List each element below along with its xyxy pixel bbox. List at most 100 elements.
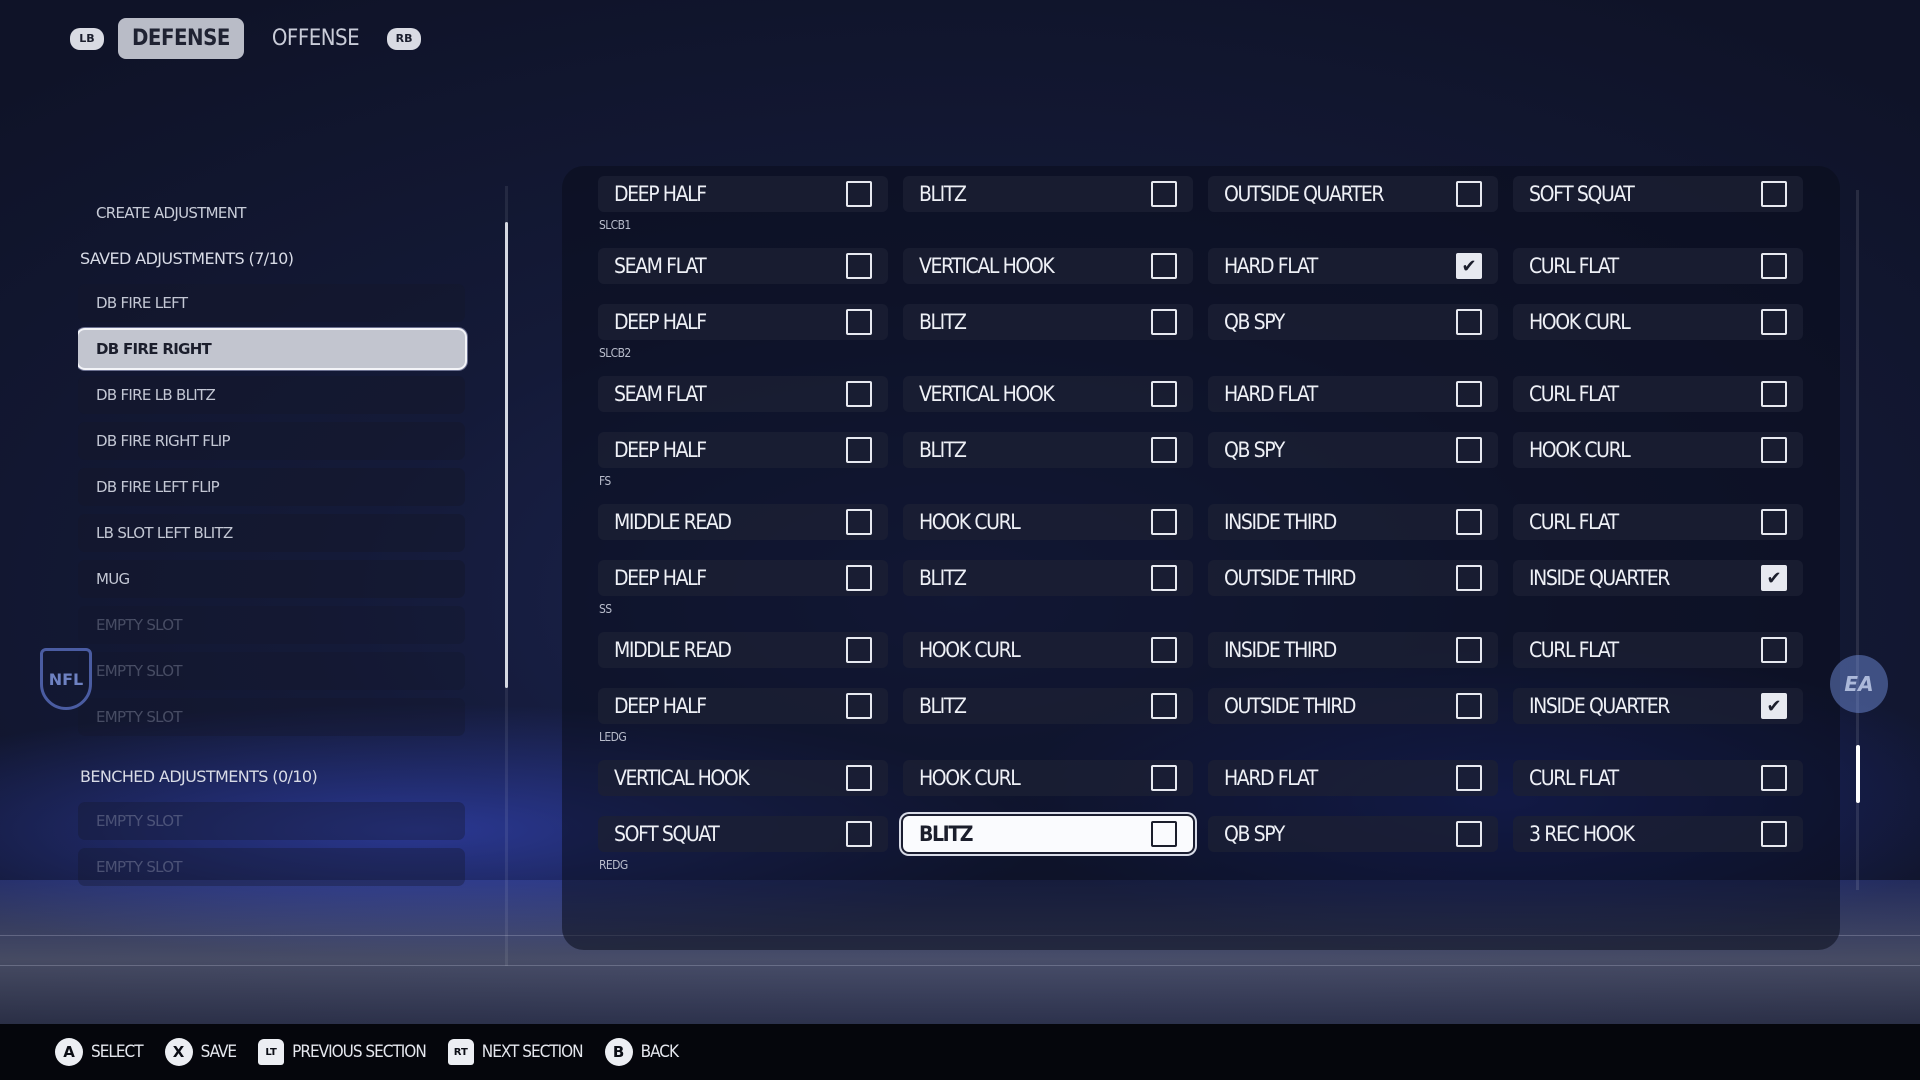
checkbox-icon[interactable] — [1761, 509, 1787, 535]
checkbox-icon[interactable] — [1456, 637, 1482, 663]
assignment-option-middle-read[interactable]: MIDDLE READ — [598, 504, 888, 540]
checkbox-icon[interactable] — [1761, 253, 1787, 279]
checkbox-icon[interactable] — [846, 765, 872, 791]
checkbox-icon[interactable] — [1456, 381, 1482, 407]
create-adjustment-button[interactable]: CREATE ADJUSTMENT — [78, 194, 465, 232]
assignment-option-curl-flat[interactable]: CURL FLAT — [1513, 376, 1803, 412]
checkbox-icon[interactable] — [1151, 637, 1177, 663]
assignment-option-inside-quarter[interactable]: INSIDE QUARTER ✔ — [1513, 688, 1803, 724]
checkbox-icon[interactable] — [1761, 821, 1787, 847]
assignment-option-vertical-hook[interactable]: VERTICAL HOOK — [903, 248, 1193, 284]
assignment-option-blitz[interactable]: BLITZ — [903, 176, 1193, 212]
checkbox-checked-icon[interactable]: ✔ — [1761, 693, 1787, 719]
assignment-option-deep-half[interactable]: DEEP HALF — [598, 560, 888, 596]
assignment-option-outside-third[interactable]: OUTSIDE THIRD — [1208, 560, 1498, 596]
assignment-option-soft-squat[interactable]: SOFT SQUAT — [1513, 176, 1803, 212]
assignment-option-vertical-hook[interactable]: VERTICAL HOOK — [598, 760, 888, 796]
checkbox-icon[interactable] — [1151, 821, 1177, 847]
left-scrollbar-thumb[interactable] — [505, 222, 508, 688]
checkbox-icon[interactable] — [846, 509, 872, 535]
assignment-option-hard-flat[interactable]: HARD FLAT ✔ — [1208, 248, 1498, 284]
benched-empty-slot[interactable]: EMPTY SLOT — [78, 848, 465, 886]
checkbox-icon[interactable] — [1456, 565, 1482, 591]
assignment-option-hard-flat[interactable]: HARD FLAT — [1208, 760, 1498, 796]
checkbox-icon[interactable] — [846, 821, 872, 847]
assignment-option-hook-curl[interactable]: HOOK CURL — [903, 632, 1193, 668]
empty-slot[interactable]: EMPTY SLOT — [78, 606, 465, 644]
saved-adjustment-db-fire-left-flip[interactable]: DB FIRE LEFT FLIP — [78, 468, 465, 506]
assignment-option-outside-third[interactable]: OUTSIDE THIRD — [1208, 688, 1498, 724]
hint-select[interactable]: A SELECT — [55, 1038, 144, 1066]
checkbox-icon[interactable] — [1761, 437, 1787, 463]
assignment-option-curl-flat[interactable]: CURL FLAT — [1513, 248, 1803, 284]
assignment-option-hook-curl[interactable]: HOOK CURL — [903, 504, 1193, 540]
hint-previous-section[interactable]: LT PREVIOUS SECTION — [258, 1039, 427, 1065]
checkbox-checked-icon[interactable]: ✔ — [1456, 253, 1482, 279]
checkbox-icon[interactable] — [1151, 565, 1177, 591]
checkbox-icon[interactable] — [1761, 181, 1787, 207]
lb-bumper-icon[interactable]: LB — [70, 27, 104, 50]
saved-adjustment-mug[interactable]: MUG — [78, 560, 465, 598]
assignment-option-blitz[interactable]: BLITZ — [903, 688, 1193, 724]
assignment-option-deep-half[interactable]: DEEP HALF — [598, 176, 888, 212]
checkbox-icon[interactable] — [1761, 309, 1787, 335]
rb-bumper-icon[interactable]: RB — [387, 27, 422, 50]
assignment-option-deep-half[interactable]: DEEP HALF — [598, 432, 888, 468]
saved-adjustment-db-fire-right-flip[interactable]: DB FIRE RIGHT FLIP — [78, 422, 465, 460]
checkbox-icon[interactable] — [1761, 637, 1787, 663]
empty-slot[interactable]: EMPTY SLOT — [78, 698, 465, 736]
checkbox-icon[interactable] — [1761, 765, 1787, 791]
assignment-option-blitz[interactable]: BLITZ — [903, 560, 1193, 596]
checkbox-icon[interactable] — [846, 309, 872, 335]
checkbox-icon[interactable] — [1456, 765, 1482, 791]
checkbox-icon[interactable] — [846, 565, 872, 591]
checkbox-icon[interactable] — [846, 437, 872, 463]
checkbox-icon[interactable] — [1151, 253, 1177, 279]
empty-slot[interactable]: EMPTY SLOT — [78, 652, 465, 690]
assignment-option-hook-curl[interactable]: HOOK CURL — [903, 760, 1193, 796]
assignment-option-inside-quarter[interactable]: INSIDE QUARTER ✔ — [1513, 560, 1803, 596]
assignment-option-deep-half[interactable]: DEEP HALF — [598, 688, 888, 724]
checkbox-icon[interactable] — [1151, 437, 1177, 463]
assignment-option-hook-curl[interactable]: HOOK CURL — [1513, 304, 1803, 340]
assignment-option-inside-third[interactable]: INSIDE THIRD — [1208, 504, 1498, 540]
checkbox-icon[interactable] — [846, 253, 872, 279]
saved-adjustment-db-fire-lb-blitz[interactable]: DB FIRE LB BLITZ — [78, 376, 465, 414]
checkbox-icon[interactable] — [1151, 693, 1177, 719]
checkbox-icon[interactable] — [1456, 821, 1482, 847]
hint-next-section[interactable]: RT NEXT SECTION — [447, 1039, 584, 1065]
assignment-option-3-rec-hook[interactable]: 3 REC HOOK — [1513, 816, 1803, 852]
assignment-option-qb-spy[interactable]: QB SPY — [1208, 816, 1498, 852]
saved-adjustment-db-fire-right[interactable]: DB FIRE RIGHT — [78, 330, 465, 368]
right-scrollbar-thumb[interactable] — [1856, 745, 1860, 803]
checkbox-icon[interactable] — [1151, 765, 1177, 791]
assignment-option-soft-squat[interactable]: SOFT SQUAT — [598, 816, 888, 852]
checkbox-icon[interactable] — [1456, 437, 1482, 463]
assignment-option-middle-read[interactable]: MIDDLE READ — [598, 632, 888, 668]
checkbox-icon[interactable] — [1456, 509, 1482, 535]
assignment-option-blitz[interactable]: BLITZ — [903, 304, 1193, 340]
saved-adjustment-db-fire-left[interactable]: DB FIRE LEFT — [78, 284, 465, 322]
hint-save[interactable]: X SAVE — [164, 1038, 237, 1066]
assignment-option-qb-spy[interactable]: QB SPY — [1208, 304, 1498, 340]
checkbox-icon[interactable] — [846, 693, 872, 719]
benched-empty-slot[interactable]: EMPTY SLOT — [78, 802, 465, 840]
checkbox-icon[interactable] — [1151, 509, 1177, 535]
hint-back[interactable]: B BACK — [604, 1038, 679, 1066]
assignment-option-seam-flat[interactable]: SEAM FLAT — [598, 376, 888, 412]
assignment-option-hook-curl[interactable]: HOOK CURL — [1513, 432, 1803, 468]
checkbox-icon[interactable] — [1151, 309, 1177, 335]
assignment-option-outside-quarter[interactable]: OUTSIDE QUARTER — [1208, 176, 1498, 212]
assignment-option-seam-flat[interactable]: SEAM FLAT — [598, 248, 888, 284]
checkbox-icon[interactable] — [1456, 693, 1482, 719]
saved-adjustment-lb-slot-left-blitz[interactable]: LB SLOT LEFT BLITZ — [78, 514, 465, 552]
checkbox-icon[interactable] — [846, 181, 872, 207]
tab-defense[interactable]: DEFENSE — [118, 18, 244, 59]
assignment-option-curl-flat[interactable]: CURL FLAT — [1513, 504, 1803, 540]
checkbox-checked-icon[interactable]: ✔ — [1761, 565, 1787, 591]
checkbox-icon[interactable] — [1456, 309, 1482, 335]
tab-offense[interactable]: OFFENSE — [258, 18, 373, 59]
assignment-option-hard-flat[interactable]: HARD FLAT — [1208, 376, 1498, 412]
assignment-option-curl-flat[interactable]: CURL FLAT — [1513, 760, 1803, 796]
checkbox-icon[interactable] — [846, 381, 872, 407]
